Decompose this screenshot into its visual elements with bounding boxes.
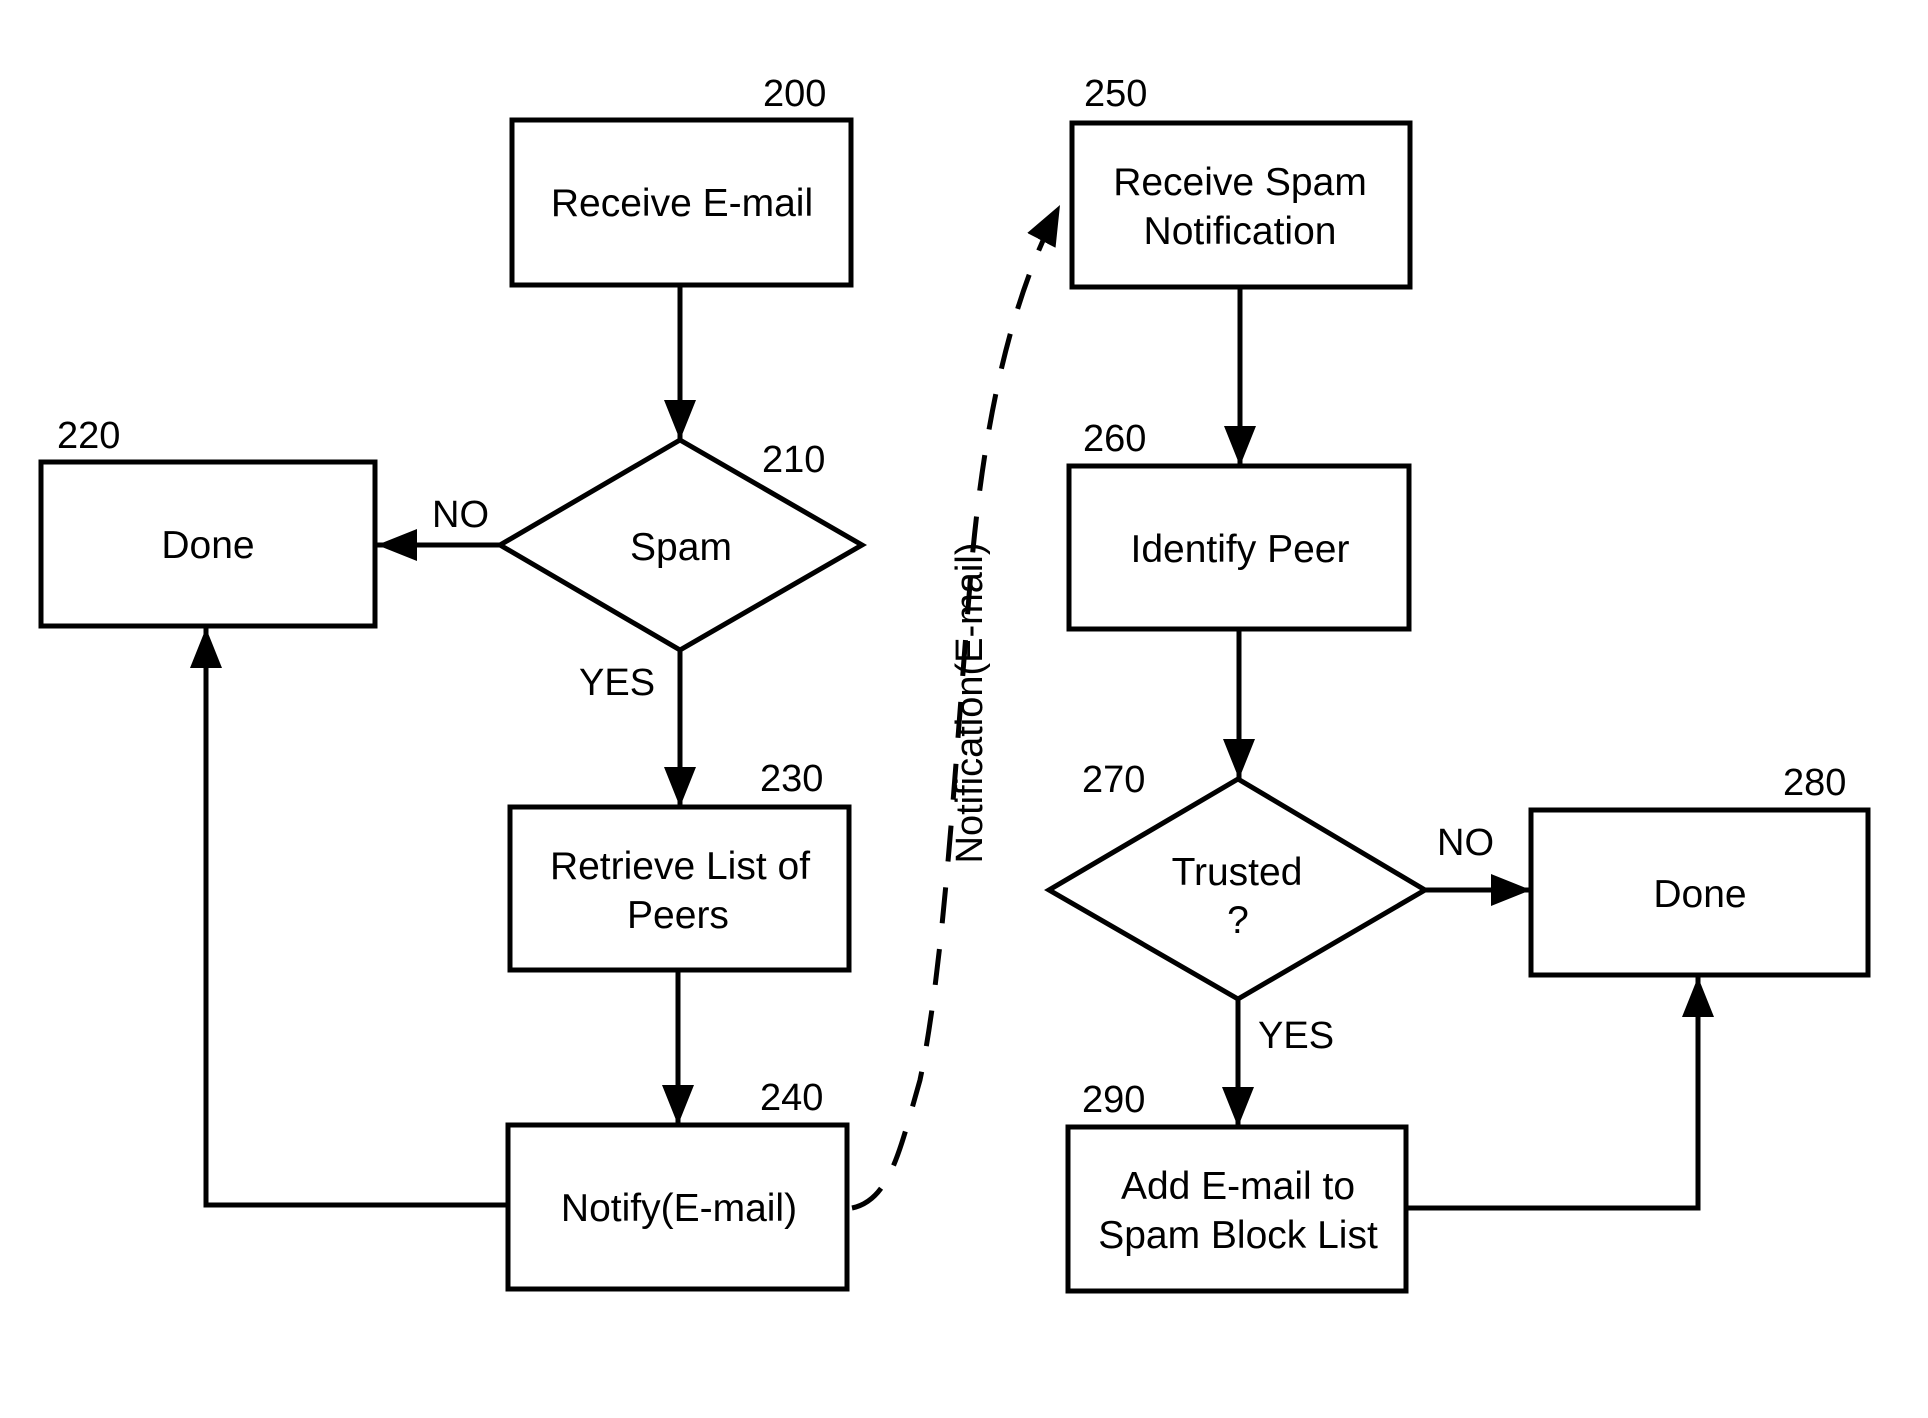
ref-number: 290 <box>1082 1079 1145 1121</box>
node-label-line1: Add E-mail to <box>1121 1165 1355 1208</box>
ref-number: 210 <box>762 439 825 481</box>
edge-210-220: NO <box>377 494 500 561</box>
ref-number: 230 <box>760 758 823 800</box>
node-label: Notify(E-mail) <box>561 1187 797 1230</box>
edge-label-no-210: NO <box>432 494 489 536</box>
node-label-line1: Receive Spam <box>1113 161 1367 204</box>
ref-number: 220 <box>57 415 120 457</box>
node-label-line1: Retrieve List of <box>550 845 810 888</box>
node-label-line2: Spam Block List <box>1098 1214 1378 1257</box>
edge-label-no-270: NO <box>1437 822 1494 864</box>
node-label: Done <box>1653 873 1746 916</box>
node-250-receive-notification: Receive Spam Notification 250 <box>1069 73 1413 290</box>
flowchart-canvas: NO YES Notification(E-mail) NO YES Recei… <box>38 73 1871 1294</box>
ref-number: 260 <box>1083 418 1146 460</box>
node-label-line1: Trusted <box>1172 851 1303 894</box>
node-label-line2: Notification <box>1144 210 1337 253</box>
edge-240-220 <box>190 628 508 1208</box>
node-label-line2: Peers <box>627 894 729 937</box>
node-label: Spam <box>630 526 732 569</box>
node-label: Done <box>161 524 254 567</box>
edge-label-yes-270: YES <box>1258 1015 1334 1057</box>
edge-270-290: YES <box>1222 999 1334 1127</box>
ref-number: 270 <box>1082 759 1145 801</box>
edge-label-notification: Notification(E-mail) <box>949 543 991 864</box>
edge-290-280 <box>1406 977 1714 1211</box>
node-label: Receive E-mail <box>551 182 813 225</box>
edge-240-250-dashed: Notification(E-mail) <box>851 203 1063 1211</box>
node-280-done: Done 280 <box>1528 762 1871 978</box>
edge-270-280: NO <box>1425 822 1531 906</box>
ref-number: 200 <box>763 73 826 115</box>
node-210-spam-decision: Spam 210 <box>495 437 868 653</box>
node-270-trusted-decision: Trusted ? 270 <box>1044 759 1430 1002</box>
node-label: Identify Peer <box>1131 528 1350 571</box>
ref-number: 250 <box>1084 73 1147 115</box>
node-label-line2: ? <box>1227 899 1249 942</box>
node-200-receive-email: Receive E-mail 200 <box>509 73 854 288</box>
node-220-done: Done 220 <box>38 415 378 629</box>
ref-number: 280 <box>1783 762 1846 804</box>
edge-210-230: YES <box>579 650 696 807</box>
ref-number: 240 <box>760 1077 823 1119</box>
edge-label-yes-210: YES <box>579 662 655 704</box>
